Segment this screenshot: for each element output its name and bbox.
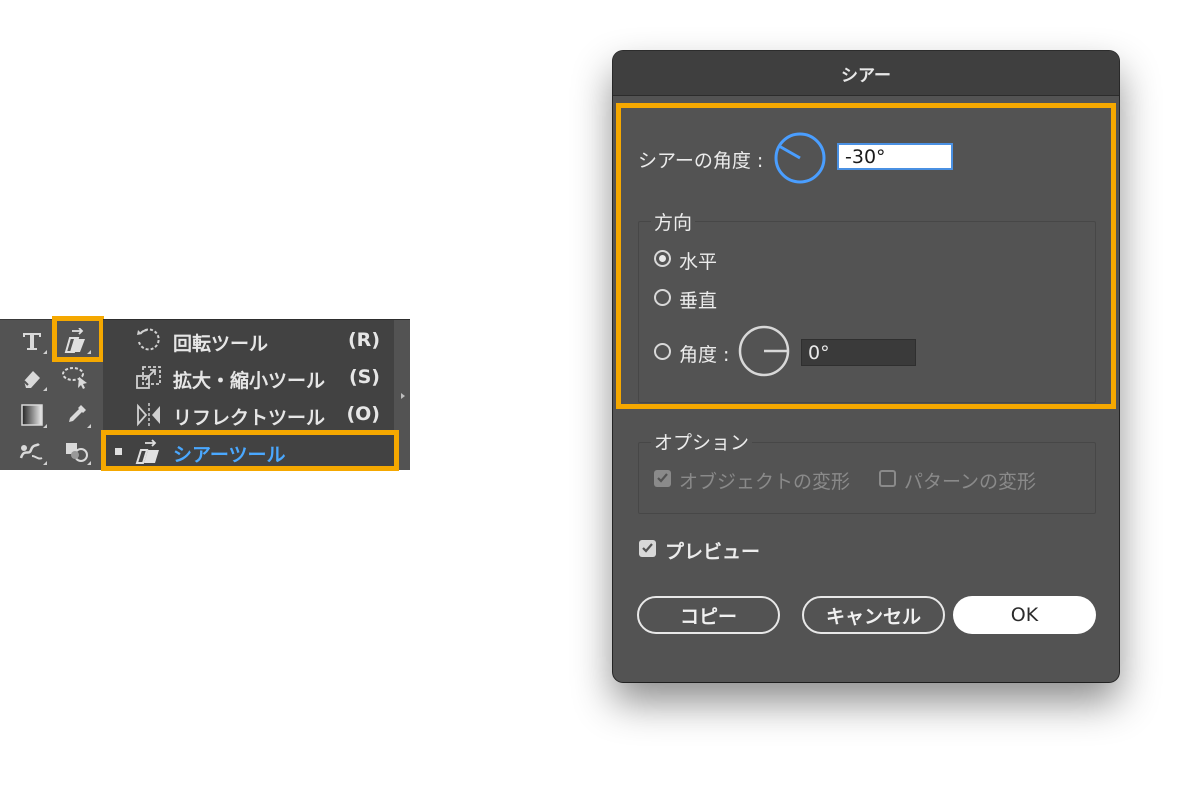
flyout-item-rotate[interactable]: 回転ツール (R) — [103, 322, 394, 359]
transform-patterns-label: パターンの変形 — [904, 471, 1037, 493]
scale-icon — [135, 364, 163, 392]
blend-tool-icon[interactable] — [16, 437, 48, 467]
shear-tool-highlight — [52, 316, 104, 362]
type-tool-icon[interactable] — [16, 326, 48, 356]
rotate-icon — [135, 327, 163, 355]
preview-checkbox[interactable] — [639, 540, 656, 557]
lasso-tool-icon[interactable] — [60, 363, 92, 393]
flyout-item-scale[interactable]: 拡大・縮小ツール (S) — [103, 359, 394, 396]
options-label: オプション — [651, 428, 753, 455]
shear-settings-highlight — [616, 103, 1116, 409]
cancel-button[interactable]: キャンセル — [802, 596, 945, 634]
ok-button[interactable]: OK — [953, 596, 1096, 634]
reflect-icon — [135, 401, 163, 429]
transform-patterns-checkbox[interactable] — [879, 470, 896, 487]
copy-button[interactable]: コピー — [637, 596, 780, 634]
dialog-title: シアー — [613, 51, 1119, 96]
shape-builder-tool-icon[interactable] — [60, 437, 92, 467]
eraser-tool-icon[interactable] — [16, 363, 48, 393]
shear-item-highlight — [101, 430, 399, 471]
gradient-tool-icon[interactable] — [16, 400, 48, 430]
transform-objects-label: オブジェクトの変形 — [679, 471, 851, 493]
transform-objects-checkbox[interactable] — [654, 470, 671, 487]
flyout-item-reflect[interactable]: リフレクトツール (O) — [103, 396, 394, 433]
eyedropper-tool-icon[interactable] — [60, 400, 92, 430]
tearoff-arrow-icon — [401, 393, 405, 399]
preview-label: プレビュー — [665, 541, 761, 563]
